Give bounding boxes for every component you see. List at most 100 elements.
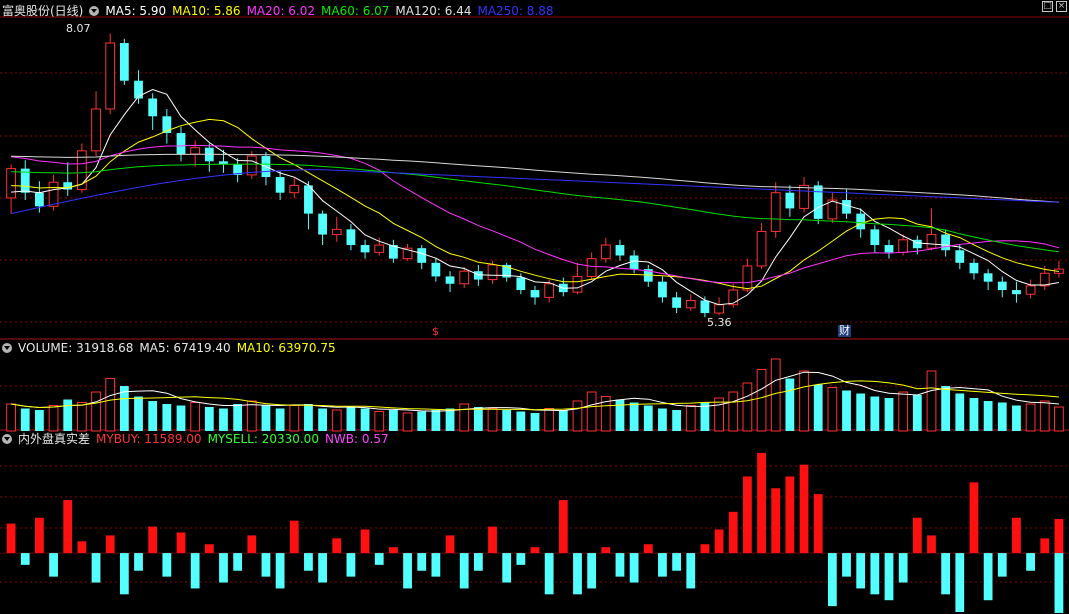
volume-header: VOLUME: 31918.68 MA5: 67419.40 MA10: 639…	[2, 340, 336, 356]
mybuy-bar	[6, 523, 16, 554]
candle-down	[700, 300, 710, 314]
mysell-bar	[856, 553, 866, 589]
mybuy-bar	[35, 517, 44, 554]
volume-bar	[105, 378, 116, 432]
volume-bar	[473, 407, 483, 431]
volume-bar	[997, 402, 1007, 431]
mysell-bar	[1054, 553, 1064, 613]
mybuy-bar	[148, 526, 158, 554]
low-price-label: 5.36	[707, 316, 732, 329]
mysell-bar	[573, 553, 582, 595]
volume-ma5: MA5: 67419.40	[139, 341, 231, 355]
volume-bar	[63, 399, 73, 431]
ma20-line	[11, 144, 1060, 284]
volume-bar	[714, 397, 724, 432]
financial-report-marker[interactable]: 财	[838, 325, 851, 337]
mysell-bar	[417, 553, 427, 571]
volume-bar	[233, 404, 243, 431]
mybuy-value: MYBUY: 11589.00	[96, 432, 202, 446]
mybuy-bar	[643, 544, 653, 554]
mybuy-bar	[105, 535, 115, 554]
indicator-menu-icon[interactable]	[89, 6, 100, 16]
mysell-bar	[403, 553, 412, 589]
flow-header: 内外盘真实差 MYBUY: 11589.00 MYSELL: 20330.00 …	[2, 431, 389, 447]
flow-menu-icon[interactable]	[2, 434, 12, 444]
mysell-bar	[587, 553, 597, 589]
stock-chart[interactable]	[0, 0, 1069, 614]
mysell-bar	[49, 553, 58, 577]
mybuy-bar	[204, 544, 214, 554]
volume-bar	[331, 409, 342, 432]
volume-bar	[842, 390, 851, 431]
volume-bar	[304, 404, 313, 431]
ma60-line	[11, 163, 1059, 253]
volume-bar	[459, 403, 470, 432]
candle-down	[318, 213, 327, 235]
candle-down	[997, 281, 1007, 291]
mysell-bar	[318, 553, 327, 583]
mysell-bar	[374, 553, 384, 565]
mybuy-bar	[77, 541, 87, 554]
ma20-value: MA20: 6.02	[246, 4, 315, 18]
candle-down	[941, 234, 951, 251]
candle-down	[346, 229, 356, 246]
volume-bar	[586, 391, 597, 432]
volume-bar	[728, 391, 739, 432]
mysell-bar	[190, 553, 200, 589]
volume-bar	[6, 403, 16, 432]
volume-bar	[162, 404, 172, 431]
ma5-value: MA5: 5.90	[105, 4, 167, 18]
volume-bar	[898, 391, 909, 432]
mybuy-bar	[743, 476, 752, 554]
candle-up	[374, 244, 385, 253]
mysell-bar	[1026, 553, 1035, 571]
volume-bar	[629, 402, 639, 431]
mybuy-bar	[799, 464, 809, 554]
nwb-value: NWB: 0.57	[324, 432, 389, 446]
volume-bar	[246, 400, 257, 432]
candle-down	[417, 248, 427, 263]
mybuy-bar	[488, 526, 497, 554]
volume-bar	[530, 413, 540, 431]
volume-bar	[544, 408, 555, 432]
mybuy-bar	[558, 500, 568, 554]
candle-up	[770, 192, 781, 232]
candle-down	[969, 262, 979, 274]
volume-bar	[827, 387, 838, 432]
volume-bar	[204, 407, 214, 431]
volume-bar	[756, 369, 767, 432]
volume-bar	[148, 401, 158, 431]
mysell-bar	[672, 553, 681, 571]
volume-bar	[76, 402, 87, 432]
mysell-bar	[983, 553, 993, 601]
candle-down	[615, 245, 625, 256]
flow-bars	[0, 452, 1069, 613]
candle-down	[856, 213, 866, 230]
volume-bar	[1025, 403, 1036, 432]
candle-up	[1025, 285, 1036, 295]
mysell-bar	[219, 553, 228, 583]
volume-value: VOLUME: 31918.68	[18, 341, 134, 355]
mybuy-bar	[1012, 517, 1021, 554]
candle-up	[728, 289, 739, 306]
volume-bar	[1039, 400, 1050, 432]
mybuy-bar	[927, 535, 936, 554]
close-icon[interactable]: ×	[1056, 1, 1067, 12]
volume-bar	[48, 405, 59, 432]
mysell-bar	[941, 553, 951, 595]
volume-menu-icon[interactable]	[2, 343, 12, 353]
mysell-bar	[261, 553, 271, 577]
event-marker-s[interactable]: $	[432, 326, 439, 338]
volume-bar	[190, 402, 201, 432]
mysell-bar	[304, 553, 313, 571]
candle-down	[360, 245, 370, 253]
candle-down	[672, 297, 681, 308]
ma10-line	[11, 118, 1059, 290]
volume-bar	[672, 410, 681, 431]
mybuy-bar	[1040, 538, 1050, 554]
restore-icon[interactable]: □	[1042, 1, 1053, 12]
volume-bar	[20, 408, 30, 431]
candle-up	[685, 300, 696, 309]
mysell-bar	[473, 553, 483, 571]
mysell-bar	[997, 553, 1007, 577]
